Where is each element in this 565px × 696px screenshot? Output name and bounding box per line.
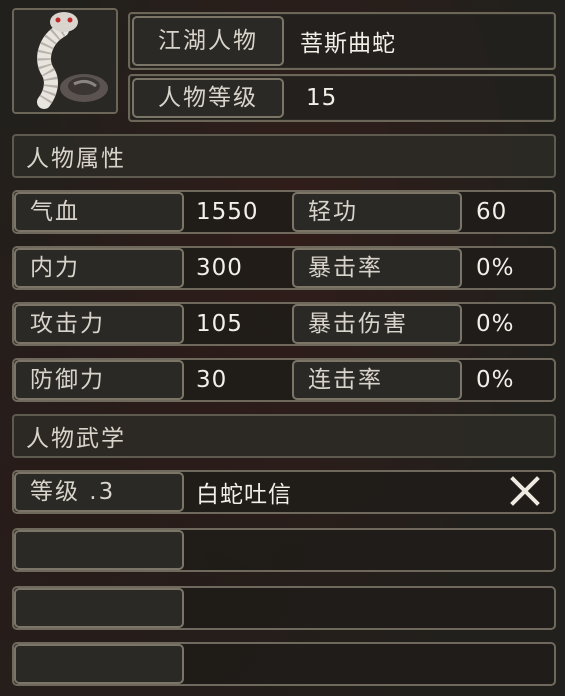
attr-label-crit-rate: 暴击率 (292, 248, 462, 288)
attr-value-hp: 1550 (196, 199, 259, 225)
skill-level-empty-2 (14, 530, 184, 570)
attr-label-crit-damage: 暴击伤害 (292, 304, 462, 344)
close-icon[interactable] (508, 474, 542, 514)
attr-value-attack: 105 (196, 311, 243, 337)
skill-level-empty-4 (14, 644, 184, 684)
character-portrait (12, 8, 118, 114)
attr-label-combo-rate: 连击率 (292, 360, 462, 400)
name-value: 菩斯曲蛇 (300, 31, 396, 57)
attr-label-hp: 气血 (14, 192, 184, 232)
skills-header: 人物武学 (12, 414, 556, 458)
attr-label-inner: 内力 (14, 248, 184, 288)
level-label: 人物等级 (132, 78, 284, 118)
attr-value-inner: 300 (196, 255, 243, 281)
attr-label-defense: 防御力 (14, 360, 184, 400)
attr-value-crit-damage: 0% (476, 311, 515, 337)
white-snake-portrait-icon (14, 10, 116, 112)
attributes-header: 人物属性 (12, 134, 556, 178)
level-value: 15 (306, 85, 338, 111)
skill-level-empty-3 (14, 588, 184, 628)
attr-value-combo-rate: 0% (476, 367, 515, 393)
name-label: 江湖人物 (132, 16, 284, 66)
attr-label-agility: 轻功 (292, 192, 462, 232)
skill-name: 白蛇吐信 (196, 482, 292, 508)
attr-label-attack: 攻击力 (14, 304, 184, 344)
skill-level-label: 等级 .3 (14, 472, 184, 512)
attr-value-defense: 30 (196, 367, 228, 393)
attr-value-agility: 60 (476, 199, 508, 225)
attr-value-crit-rate: 0% (476, 255, 515, 281)
